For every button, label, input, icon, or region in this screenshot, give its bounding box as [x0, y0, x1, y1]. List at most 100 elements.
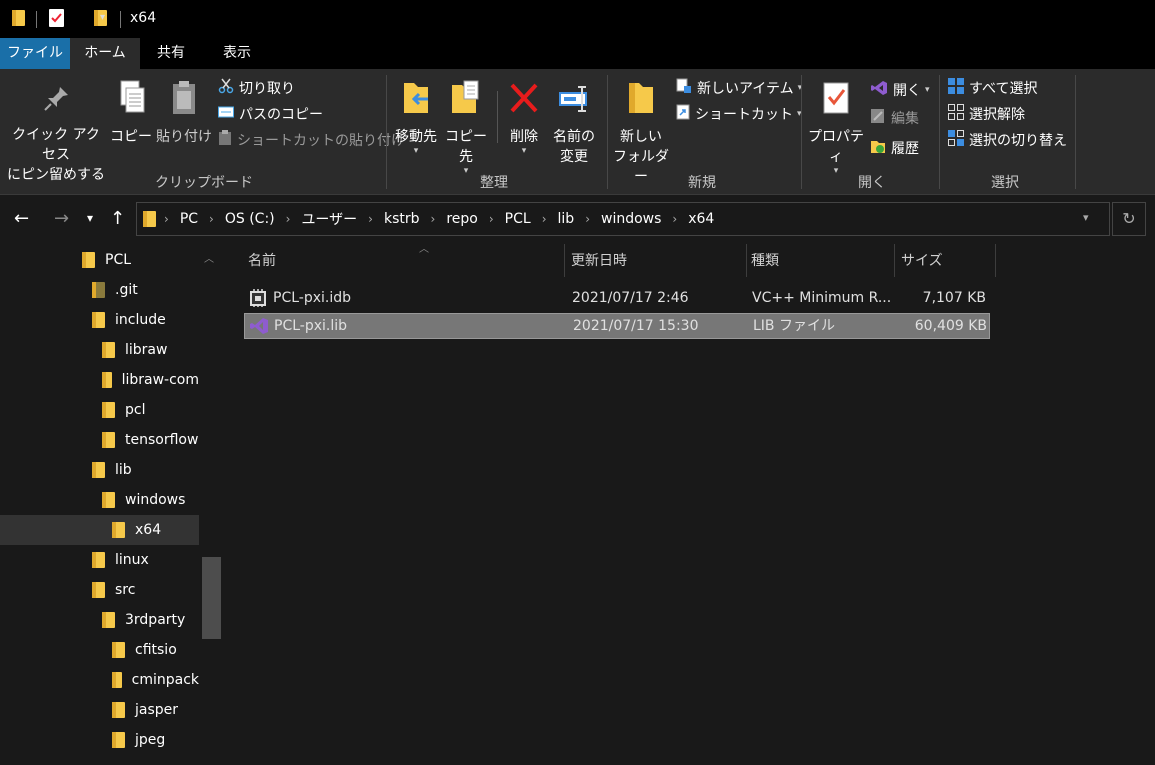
tree-item-label: jpeg — [135, 732, 166, 748]
paste-button[interactable]: 貼り付け — [156, 79, 212, 147]
invert-selection-button[interactable]: 選択の切り替え — [948, 129, 1067, 151]
shortcut-button[interactable]: ショートカット ▾ — [676, 103, 802, 125]
tree-item[interactable]: 3rdparty — [0, 605, 199, 635]
breadcrumb-separator-chevron-icon[interactable]: › — [205, 212, 218, 226]
breadcrumb-item[interactable]: kstrb — [377, 211, 427, 227]
visual-studio-icon — [870, 80, 888, 100]
breadcrumb-item[interactable]: lib — [551, 211, 582, 227]
tree-item[interactable]: include — [0, 305, 199, 335]
file-name: PCL-pxi.idb — [273, 290, 351, 306]
folder-icon — [92, 582, 105, 598]
breadcrumb-separator-chevron-icon[interactable]: › — [427, 212, 440, 226]
recent-locations-chevron-icon[interactable]: ▾ — [87, 211, 93, 225]
column-header-size[interactable]: サイズ — [897, 244, 996, 277]
customize-quick-access-icon[interactable]: ▾ — [100, 12, 105, 23]
tree-item[interactable]: windows — [0, 485, 199, 515]
up-arrow-icon[interactable]: ↑ — [110, 208, 125, 229]
breadcrumb-separator-chevron-icon[interactable]: › — [160, 212, 173, 226]
folder-icon — [102, 402, 115, 418]
breadcrumb-item[interactable]: PC — [173, 211, 205, 227]
breadcrumb-separator-chevron-icon[interactable]: › — [282, 212, 295, 226]
cut-button[interactable]: 切り取り — [218, 77, 295, 99]
new-folder-label-line2: フォルダー — [613, 149, 669, 185]
file-row[interactable]: PCL-pxi.idb 2021/07/17 2:46 VC++ Minimum R… — [244, 286, 990, 312]
copy-path-button[interactable]: パスのコピー — [218, 103, 323, 125]
tree-item[interactable]: PCL — [0, 245, 199, 275]
edit-button[interactable]: 編集 — [870, 107, 919, 129]
breadcrumb-separator-chevron-icon[interactable]: › — [485, 212, 498, 226]
forward-arrow-icon[interactable]: → — [54, 208, 69, 229]
breadcrumb-item[interactable]: ユーザー — [294, 209, 364, 229]
address-bar[interactable]: › PC › OS (C:) › ユーザー › kstrb › repo › PCL › lib › wind… — [136, 202, 1110, 236]
tab-home[interactable]: ホーム — [70, 38, 140, 69]
tab-share[interactable]: 共有 — [140, 38, 202, 69]
group-divider — [939, 75, 940, 189]
breadcrumb-separator-chevron-icon[interactable]: › — [581, 212, 594, 226]
delete-button[interactable]: 削除 ▾ — [504, 79, 544, 156]
breadcrumb-item[interactable]: x64 — [681, 211, 721, 227]
address-history-chevron-icon[interactable]: ▾ — [1083, 211, 1089, 224]
tree-item[interactable]: tensorflow — [0, 425, 199, 455]
back-arrow-icon[interactable]: ← — [14, 208, 29, 229]
select-none-button[interactable]: 選択解除 — [948, 103, 1025, 125]
copy-button[interactable]: コピー — [110, 79, 152, 147]
tree-scrollbar-thumb[interactable] — [202, 557, 221, 639]
file-row[interactable]: PCL-pxi.lib 2021/07/17 15:30 LIB ファイル 60,40… — [244, 313, 990, 339]
folder-icon — [102, 372, 112, 388]
tree-item[interactable]: pcl — [0, 395, 199, 425]
tab-file[interactable]: ファイル — [0, 38, 70, 69]
open-button[interactable]: 開く ▾ — [870, 79, 930, 101]
breadcrumb-item[interactable]: repo — [439, 211, 485, 227]
properties-button[interactable]: プロパティ ▾ — [806, 79, 866, 176]
delete-label: 削除 — [510, 129, 538, 145]
refresh-button[interactable]: ↻ — [1112, 202, 1146, 236]
copy-to-button[interactable]: コピー先 ▾ — [442, 79, 490, 176]
copy-path-label: パスのコピー — [239, 107, 323, 123]
scroll-up-icon[interactable]: ︿ — [204, 250, 214, 265]
new-item-button[interactable]: 新しいアイテム ▾ — [676, 77, 802, 99]
divider — [36, 11, 37, 28]
tree-item[interactable]: linux — [0, 545, 199, 575]
tree-item[interactable]: cfitsio — [0, 635, 199, 665]
folder-icon — [102, 612, 115, 628]
paste-shortcut-button[interactable]: ショートカットの貼り付け — [218, 129, 405, 151]
tree-item-label: .git — [115, 282, 138, 298]
breadcrumb-item[interactable]: windows — [594, 211, 668, 227]
tree-item[interactable]: .git — [0, 275, 199, 305]
breadcrumb-separator-chevron-icon[interactable]: › — [668, 212, 681, 226]
tree-item[interactable]: jpeg — [0, 725, 199, 755]
pin-quick-access-button[interactable]: クイック アクセス にピン留めする — [6, 83, 106, 185]
tree-scrollbar[interactable] — [201, 244, 222, 765]
breadcrumb-item[interactable]: PCL — [498, 211, 538, 227]
scissors-icon — [218, 78, 234, 98]
new-folder-button[interactable]: 新しい フォルダー — [612, 79, 670, 187]
tree-item[interactable]: jasper — [0, 695, 199, 725]
column-header-modified[interactable]: 更新日時 — [567, 244, 747, 277]
select-all-button[interactable]: すべて選択 — [948, 77, 1037, 99]
tree-item[interactable]: libraw — [0, 335, 199, 365]
move-to-button[interactable]: 移動先 ▾ — [392, 79, 440, 156]
folder-icon — [82, 252, 95, 268]
folder-icon — [112, 702, 125, 718]
tree-item[interactable]: src — [0, 575, 199, 605]
breadcrumb-item[interactable]: OS (C:) — [218, 211, 282, 227]
breadcrumb-separator-chevron-icon[interactable]: › — [364, 212, 377, 226]
column-header-name[interactable]: ︿ 名前 — [244, 244, 565, 277]
properties-quick-icon[interactable] — [49, 9, 64, 27]
tree-item[interactable]: x64 — [0, 515, 199, 545]
tree-item[interactable]: libraw-com — [0, 365, 199, 395]
rename-button[interactable]: 名前の 変更 — [550, 79, 598, 167]
tree-item-label: cminpack — [131, 672, 199, 688]
tree-item[interactable]: lib — [0, 455, 199, 485]
column-header-type[interactable]: 種類 — [747, 244, 895, 277]
paste-shortcut-icon — [218, 130, 232, 150]
folder-icon — [102, 342, 115, 358]
tree-item[interactable]: cminpack — [0, 665, 199, 695]
breadcrumb-separator-chevron-icon[interactable]: › — [538, 212, 551, 226]
properties-label: プロパティ — [808, 129, 864, 165]
file-modified: 2021/07/17 2:46 — [572, 290, 689, 306]
history-button[interactable]: 履歴 — [870, 137, 919, 159]
title-bar: ▾ x64 — [0, 0, 1155, 38]
move-to-icon — [392, 79, 440, 123]
tab-view[interactable]: 表示 — [206, 38, 268, 69]
